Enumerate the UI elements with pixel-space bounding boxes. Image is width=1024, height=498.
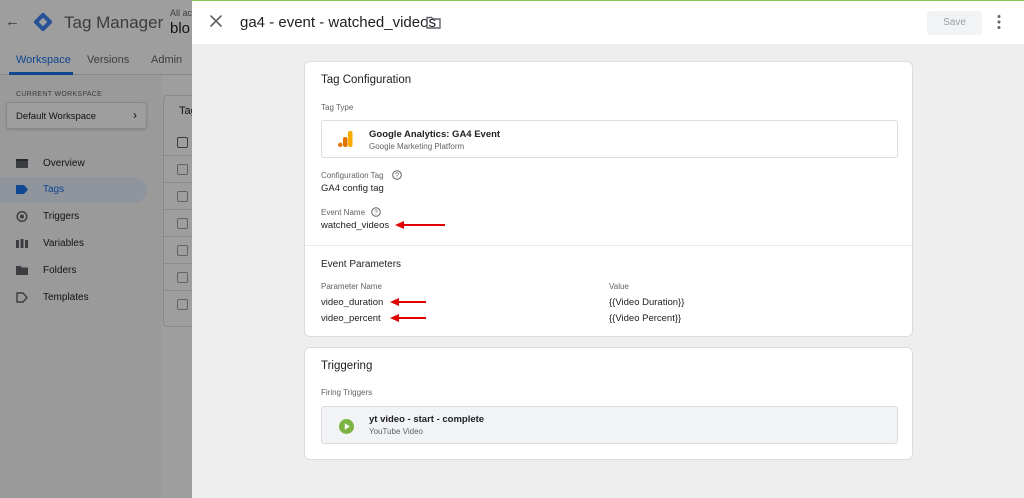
annotation-arrow <box>390 298 426 306</box>
svg-text:?: ? <box>395 173 399 180</box>
google-analytics-icon <box>338 131 353 147</box>
parameter-name-header: Parameter Name <box>321 282 382 291</box>
triggering-title: Triggering <box>321 360 373 372</box>
panel-header: ga4 - event - watched_videos Save <box>192 1 1024 44</box>
event-name-label: Event Name <box>321 208 366 217</box>
help-icon[interactable]: ? <box>371 207 381 217</box>
configuration-tag-value: GA4 config tag <box>321 183 384 194</box>
save-button[interactable]: Save <box>927 11 982 35</box>
tag-type-provider: Google Marketing Platform <box>369 142 465 151</box>
param-name: video_percent <box>321 313 381 324</box>
play-icon <box>339 419 354 434</box>
tag-editor-panel: ga4 - event - watched_videos Save Tag Co… <box>192 0 1024 498</box>
event-name-value: watched_videos <box>321 220 390 231</box>
param-value: {{Video Percent}} <box>609 313 682 324</box>
configuration-tag-label: Configuration Tag <box>321 171 384 180</box>
tag-configuration-card[interactable]: Tag Configuration Tag Type Google Analyt… <box>304 61 913 337</box>
firing-trigger-item[interactable]: yt video - start - complete YouTube Vide… <box>321 406 898 444</box>
more-vert-icon[interactable] <box>996 14 1002 30</box>
trigger-type: YouTube Video <box>369 427 423 436</box>
tag-configuration-title: Tag Configuration <box>321 74 412 86</box>
tag-type-label: Tag Type <box>321 103 354 112</box>
modal-scrim[interactable] <box>0 0 192 498</box>
annotation-arrow <box>390 314 426 322</box>
firing-triggers-label: Firing Triggers <box>321 388 373 397</box>
param-value: {{Video Duration}} <box>609 297 685 308</box>
param-name: video_duration <box>321 297 384 308</box>
triggering-card[interactable]: Triggering Firing Triggers yt video - st… <box>304 347 913 460</box>
section-divider <box>305 245 912 246</box>
folder-icon[interactable] <box>426 16 441 29</box>
value-header: Value <box>609 282 629 291</box>
annotation-arrow <box>395 221 445 229</box>
event-parameters-title: Event Parameters <box>321 259 402 270</box>
tag-type-name: Google Analytics: GA4 Event <box>369 129 501 140</box>
help-icon[interactable]: ? <box>392 170 402 180</box>
tag-name-title[interactable]: ga4 - event - watched_videos <box>240 14 436 31</box>
svg-text:?: ? <box>374 210 378 217</box>
close-icon[interactable] <box>209 14 223 28</box>
tag-type-selector[interactable]: Google Analytics: GA4 Event Google Marke… <box>321 120 898 158</box>
trigger-name: yt video - start - complete <box>369 414 485 425</box>
